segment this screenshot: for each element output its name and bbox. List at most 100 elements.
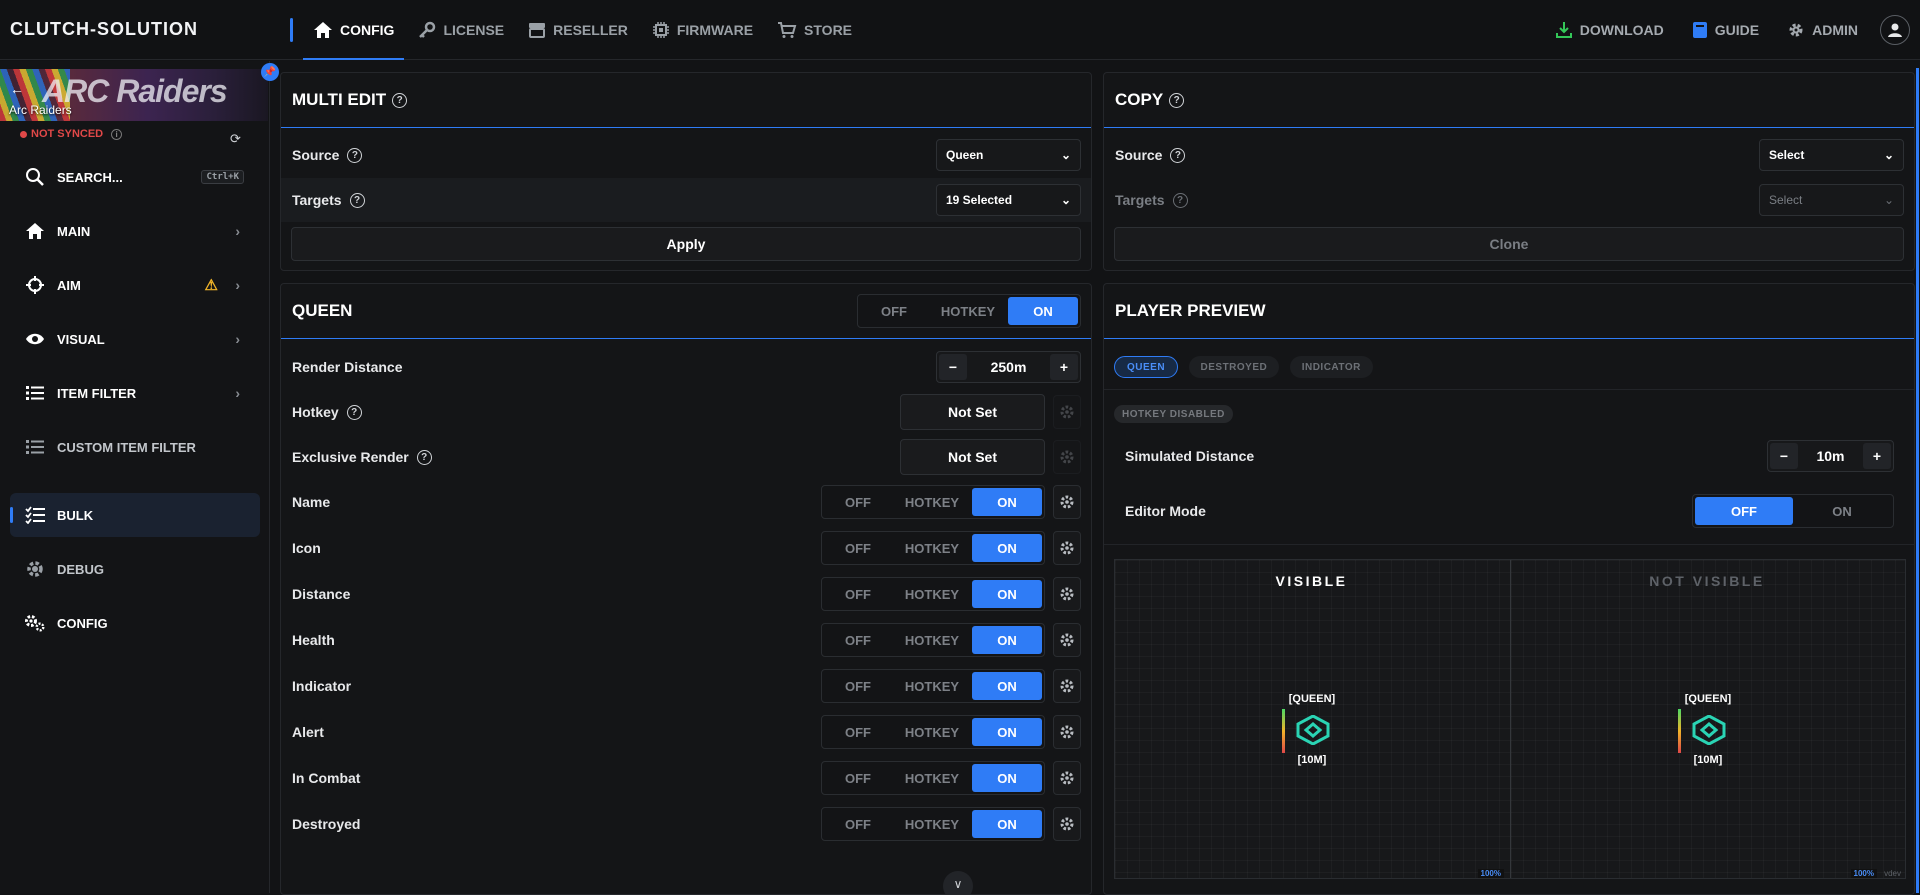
info-icon[interactable]: i bbox=[111, 128, 123, 140]
back-arrow-icon[interactable]: ← bbox=[10, 81, 24, 97]
targets-label: Targets bbox=[292, 192, 342, 208]
nav-right: DOWNLOAD GUIDE ADMIN bbox=[1545, 0, 1910, 60]
tab-indicator[interactable]: INDICATOR bbox=[1289, 356, 1373, 378]
toggle-option-off[interactable]: OFF bbox=[824, 626, 892, 654]
toggle-settings-button[interactable] bbox=[1053, 531, 1081, 565]
tab-queen[interactable]: QUEEN bbox=[1114, 356, 1179, 378]
nav-store[interactable]: STORE bbox=[767, 0, 862, 60]
toggle-option-on[interactable]: ON bbox=[972, 672, 1042, 700]
zoom-indicator: 100% bbox=[1850, 869, 1877, 878]
sidebar-item-visual[interactable]: VISUAL › bbox=[10, 317, 260, 361]
nav-guide[interactable]: GUIDE bbox=[1682, 0, 1769, 60]
simulated-distance-label: Simulated Distance bbox=[1125, 448, 1255, 464]
help-icon[interactable]: ? bbox=[416, 449, 432, 465]
toggle-option-off[interactable]: OFF bbox=[824, 672, 892, 700]
nav-config[interactable]: CONFIG bbox=[303, 0, 405, 60]
help-icon[interactable]: ? bbox=[1169, 92, 1185, 108]
copy-targets-select[interactable]: Select ⌄ bbox=[1759, 184, 1904, 216]
toggle-option-on[interactable]: ON bbox=[972, 810, 1042, 838]
toggle-settings-button[interactable] bbox=[1053, 669, 1081, 703]
mode-on[interactable]: ON bbox=[1008, 297, 1078, 325]
tab-destroyed[interactable]: DESTROYED bbox=[1188, 356, 1280, 378]
sidebar-item-aim[interactable]: AIM ⚠ › bbox=[10, 263, 260, 307]
game-banner[interactable]: ARC Raiders ← Arc Raiders bbox=[0, 69, 268, 121]
help-icon[interactable]: ? bbox=[347, 147, 363, 163]
toggle-option-off[interactable]: OFF bbox=[824, 810, 892, 838]
nav-admin[interactable]: ADMIN bbox=[1777, 0, 1868, 60]
toggle-option-hotkey[interactable]: HOTKEY bbox=[892, 626, 972, 654]
toggle-option-off[interactable]: OFF bbox=[824, 488, 892, 516]
toggle-settings-button[interactable] bbox=[1053, 715, 1081, 749]
help-icon[interactable]: ? bbox=[1172, 192, 1188, 208]
toggle-settings-button[interactable] bbox=[1053, 577, 1081, 611]
toggle-label: Health bbox=[292, 632, 335, 648]
sidebar-item-custom-item-filter[interactable]: CUSTOM ITEM FILTER bbox=[10, 425, 260, 469]
divider bbox=[1104, 544, 1914, 545]
exclusive-settings-button[interactable] bbox=[1053, 440, 1081, 474]
nav-reseller[interactable]: RESELLER bbox=[518, 0, 638, 60]
toggle-option-hotkey[interactable]: HOTKEY bbox=[892, 534, 972, 562]
toggle-option-off[interactable]: OFF bbox=[824, 534, 892, 562]
sidebar-item-item-filter[interactable]: ITEM FILTER › bbox=[10, 371, 260, 415]
toggle-option-hotkey[interactable]: HOTKEY bbox=[892, 580, 972, 608]
sidebar-item-bulk[interactable]: BULK bbox=[10, 493, 260, 537]
sidebar-item-debug[interactable]: DEBUG bbox=[10, 547, 260, 591]
toggle-settings-button[interactable] bbox=[1053, 761, 1081, 795]
clone-button[interactable]: Clone bbox=[1114, 227, 1904, 261]
hotkey-settings-button[interactable] bbox=[1053, 395, 1081, 429]
scroll-down-button[interactable]: ∨ bbox=[943, 871, 973, 894]
toggle-option-hotkey[interactable]: HOTKEY bbox=[892, 488, 972, 516]
toggle-option-on[interactable]: ON bbox=[972, 488, 1042, 516]
help-icon[interactable]: ? bbox=[349, 192, 365, 208]
toggle-option-off[interactable]: OFF bbox=[824, 718, 892, 746]
decrement-button[interactable]: − bbox=[1770, 443, 1798, 469]
increment-button[interactable]: + bbox=[1050, 354, 1078, 380]
apply-button[interactable]: Apply bbox=[291, 227, 1081, 261]
decrement-button[interactable]: − bbox=[939, 354, 967, 380]
exclusive-render-button[interactable]: Not Set bbox=[900, 439, 1045, 475]
nav-license[interactable]: LICENSE bbox=[408, 0, 514, 60]
targets-select[interactable]: 19 Selected ⌄ bbox=[936, 184, 1081, 216]
help-icon[interactable]: ? bbox=[392, 92, 408, 108]
toggle-option-hotkey[interactable]: HOTKEY bbox=[892, 672, 972, 700]
toggle-option-off[interactable]: OFF bbox=[824, 580, 892, 608]
toggle-option-off[interactable]: OFF bbox=[824, 764, 892, 792]
editor-on[interactable]: ON bbox=[1793, 497, 1891, 525]
toggle-option-on[interactable]: ON bbox=[972, 534, 1042, 562]
user-avatar[interactable] bbox=[1880, 15, 1910, 45]
copy-source-select[interactable]: Select ⌄ bbox=[1759, 139, 1904, 171]
toggle-option-hotkey[interactable]: HOTKEY bbox=[892, 764, 972, 792]
toggle-settings-button[interactable] bbox=[1053, 485, 1081, 519]
toggle-option-on[interactable]: ON bbox=[972, 626, 1042, 654]
nav-firmware[interactable]: FIRMWARE bbox=[642, 0, 763, 60]
pin-icon[interactable]: 📌 bbox=[261, 63, 279, 81]
page-scrollbar[interactable] bbox=[1916, 68, 1919, 893]
toggle-option-hotkey[interactable]: HOTKEY bbox=[892, 718, 972, 746]
toggle-option-on[interactable]: ON bbox=[972, 580, 1042, 608]
toggle-option-hotkey[interactable]: HOTKEY bbox=[892, 810, 972, 838]
mode-hotkey[interactable]: HOTKEY bbox=[928, 297, 1008, 325]
nav-download[interactable]: DOWNLOAD bbox=[1545, 0, 1674, 60]
not-visible-title: NOT VISIBLE bbox=[1649, 573, 1765, 589]
editor-off[interactable]: OFF bbox=[1695, 497, 1793, 525]
source-select[interactable]: Queen ⌄ bbox=[936, 139, 1081, 171]
toggle-settings-button[interactable] bbox=[1053, 807, 1081, 841]
esp-name-tag: [QUEEN] bbox=[1288, 693, 1336, 705]
help-icon[interactable]: ? bbox=[346, 404, 362, 420]
toggle-settings-button[interactable] bbox=[1053, 623, 1081, 657]
hotkey-bind-button[interactable]: Not Set bbox=[900, 394, 1045, 430]
toggle-option-on[interactable]: ON bbox=[972, 718, 1042, 746]
esp-preview-canvas[interactable]: VISIBLE [QUEEN] [10M] 100% NOT VISIBLE [… bbox=[1114, 559, 1906, 879]
increment-button[interactable]: + bbox=[1863, 443, 1891, 469]
sidebar-item-config[interactable]: CONFIG bbox=[10, 601, 260, 645]
refresh-icon[interactable]: ⟳ bbox=[230, 131, 241, 147]
sidebar-item-main[interactable]: MAIN › bbox=[10, 209, 260, 253]
version-tag: vdev bbox=[1884, 869, 1901, 878]
sidebar-search[interactable]: SEARCH... Ctrl+K bbox=[10, 155, 260, 199]
toggle-option-on[interactable]: ON bbox=[972, 764, 1042, 792]
gear-icon bbox=[1060, 405, 1074, 419]
simulated-distance-value[interactable]: 10m bbox=[1800, 448, 1861, 464]
mode-off[interactable]: OFF bbox=[860, 297, 928, 325]
render-distance-value[interactable]: 250m bbox=[969, 359, 1048, 375]
help-icon[interactable]: ? bbox=[1170, 147, 1186, 163]
